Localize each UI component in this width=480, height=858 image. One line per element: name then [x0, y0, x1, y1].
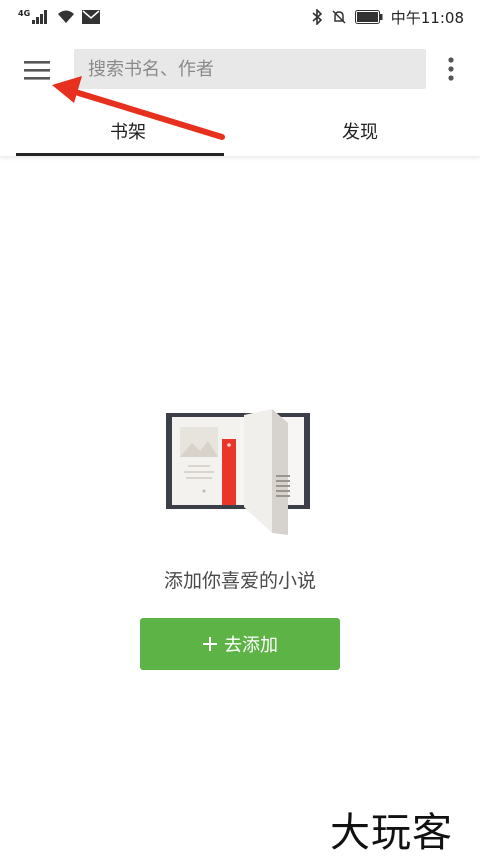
menu-icon — [24, 61, 50, 80]
network-type-label: 4G — [18, 8, 31, 18]
more-options-button[interactable] — [440, 52, 462, 88]
search-box[interactable] — [74, 49, 426, 89]
add-novel-button[interactable]: 去添加 — [140, 618, 340, 670]
empty-bookshelf-illustration — [160, 405, 320, 540]
open-book-icon — [166, 409, 310, 535]
tab-discover[interactable]: 发现 — [248, 106, 472, 156]
tab-selected-indicator — [16, 153, 224, 156]
tab-bar: 书架 发现 — [0, 106, 480, 157]
watermark-logo: 大玩客 — [330, 810, 453, 856]
wifi-icon — [58, 10, 75, 23]
status-bar: 4G 中午11:08 — [0, 0, 480, 34]
tab-discover-label: 发现 — [342, 122, 378, 143]
plus-icon — [203, 637, 217, 651]
status-time: 中午11:08 — [390, 8, 464, 27]
status-right-icons: 中午11:08 — [311, 7, 464, 27]
search-input[interactable] — [74, 49, 422, 89]
battery-icon — [354, 10, 383, 24]
bell-off-icon — [332, 10, 346, 24]
tab-bookshelf-label: 书架 — [110, 122, 146, 143]
bluetooth-icon — [312, 9, 322, 25]
app-bar — [0, 34, 480, 106]
add-novel-button-label: 去添加 — [224, 635, 278, 655]
signal-icon — [32, 10, 48, 24]
mail-icon — [82, 10, 101, 24]
empty-state-message: 添加你喜爱的小说 — [163, 570, 316, 592]
more-vert-icon — [448, 57, 454, 81]
status-left-icons: 4G — [18, 7, 101, 27]
menu-button[interactable] — [14, 50, 60, 90]
tab-bookshelf[interactable]: 书架 — [16, 106, 240, 156]
